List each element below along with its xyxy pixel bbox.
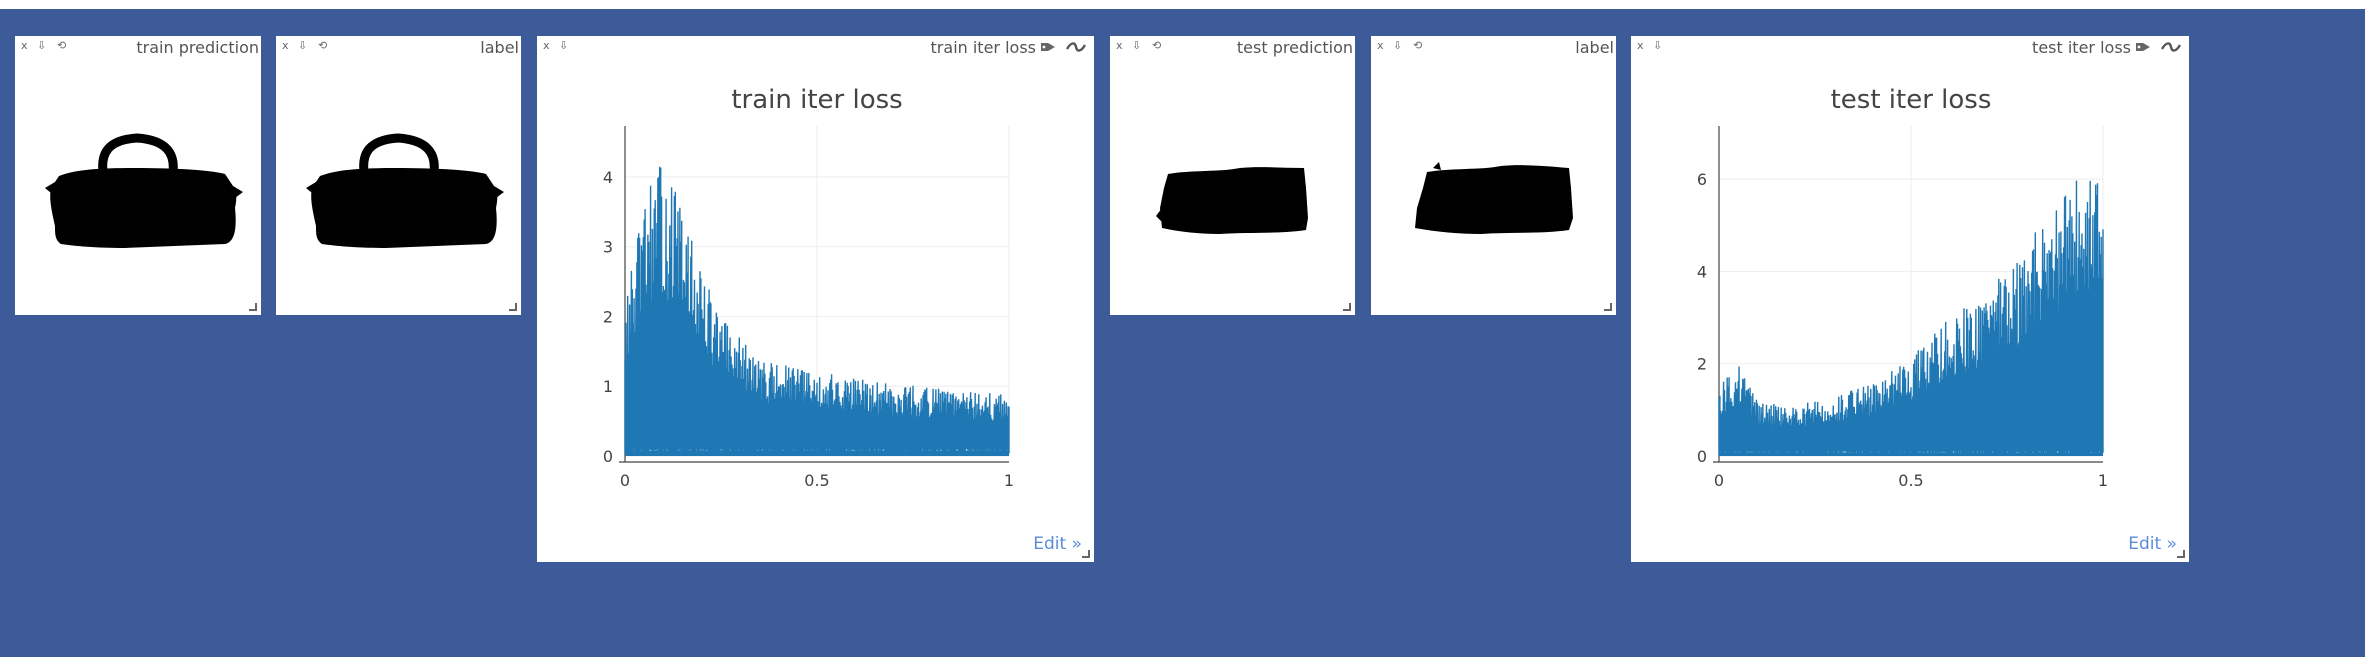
bag-image [45, 133, 243, 248]
close-icon[interactable]: x [1116, 39, 1123, 53]
pane-title: train prediction [136, 38, 259, 57]
pane-train-prediction: x ⇩ ⟲ train prediction [15, 36, 261, 315]
pane-test-prediction: x ⇩ ⟲ test prediction [1110, 36, 1355, 315]
chart-title: test iter loss [1831, 85, 1992, 115]
reset-icon[interactable]: ⟲ [318, 39, 327, 53]
y-tick-label: 4 [603, 168, 613, 187]
pane-toolbar: x ⇩ ⟲ train prediction [15, 36, 261, 58]
close-icon[interactable]: x [21, 39, 28, 53]
pane-title: test prediction [1236, 38, 1353, 57]
image-test-prediction [1110, 58, 1355, 315]
test-loss-chart[interactable]: test iter loss 0 2 4 6 0 0.5 1 [1631, 36, 2189, 562]
pane-title: label [1575, 38, 1614, 57]
download-icon[interactable]: ⇩ [298, 39, 307, 53]
pane-test-label: x ⇩ ⟲ label [1371, 36, 1616, 315]
x-tick-label: 0.5 [804, 471, 829, 490]
close-icon[interactable]: x [1377, 39, 1384, 53]
top-border [0, 0, 2365, 9]
reset-icon[interactable]: ⟲ [1413, 39, 1422, 53]
pane-toolbar: x ⇩ ⟲ test prediction [1110, 36, 1355, 58]
resize-handle-icon[interactable] [249, 303, 257, 311]
reset-icon[interactable]: ⟲ [57, 39, 66, 53]
pane-title: label [480, 38, 519, 57]
pane-train-label: x ⇩ ⟲ label [276, 36, 521, 315]
edit-link[interactable]: Edit » [1033, 534, 1082, 554]
train-loss-chart[interactable]: train iter loss 0 1 2 3 4 0 0.5 1 [537, 36, 1094, 562]
download-icon[interactable]: ⇩ [1393, 39, 1402, 53]
resize-handle-icon[interactable] [2177, 550, 2185, 558]
x-tick-label: 1 [1004, 471, 1014, 490]
loss-baseline-band [625, 450, 1009, 456]
y-tick-label: 0 [1697, 447, 1707, 466]
pane-test-iter-loss: x ⇩ test iter loss test iter loss 0 2 4 6 0 0.… [1631, 36, 2189, 562]
y-tick-label: 1 [603, 377, 613, 396]
loss-baseline-band [1719, 452, 2103, 456]
pane-train-iter-loss: x ⇩ train iter loss train iter loss 0 1 2 3 4… [537, 36, 1094, 562]
x-tick-label: 0 [1714, 471, 1724, 490]
resize-handle-icon[interactable] [1604, 303, 1612, 311]
blob-image [1156, 167, 1308, 234]
image-test-label [1371, 58, 1616, 315]
image-train-prediction [15, 58, 261, 315]
y-tick-label: 6 [1697, 170, 1707, 189]
reset-icon[interactable]: ⟲ [1152, 39, 1161, 53]
bag-image [306, 133, 504, 248]
x-tick-label: 0.5 [1898, 471, 1923, 490]
resize-handle-icon[interactable] [1082, 550, 1090, 558]
download-icon[interactable]: ⇩ [37, 39, 46, 53]
y-tick-label: 2 [603, 307, 613, 326]
resize-handle-icon[interactable] [509, 303, 517, 311]
pane-toolbar: x ⇩ ⟲ label [1371, 36, 1616, 58]
resize-handle-icon[interactable] [1343, 303, 1351, 311]
x-tick-label: 1 [2098, 471, 2108, 490]
y-tick-label: 0 [603, 447, 613, 466]
x-tick-label: 0 [620, 471, 630, 490]
y-tick-label: 2 [1697, 355, 1707, 374]
image-train-label [276, 58, 521, 315]
y-tick-label: 3 [603, 238, 613, 257]
chart-title: train iter loss [731, 85, 902, 115]
close-icon[interactable]: x [282, 39, 289, 53]
blob-image [1415, 162, 1573, 234]
pane-toolbar: x ⇩ ⟲ label [276, 36, 521, 58]
download-icon[interactable]: ⇩ [1132, 39, 1141, 53]
y-tick-label: 4 [1697, 262, 1707, 281]
edit-link[interactable]: Edit » [2128, 534, 2177, 554]
